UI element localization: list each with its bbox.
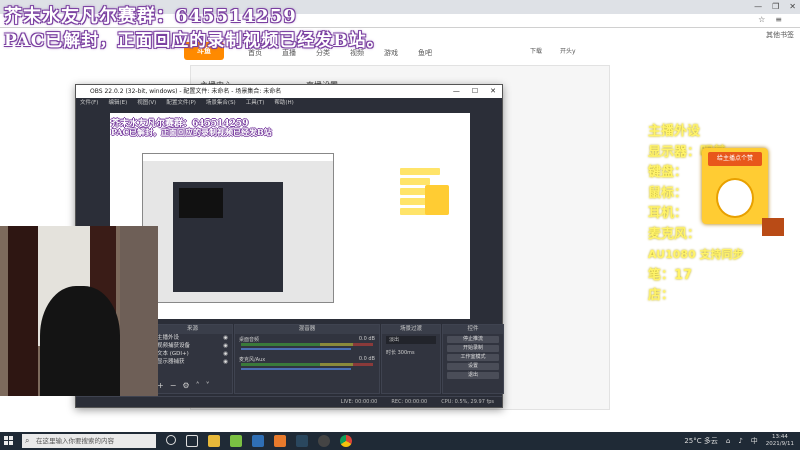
network-icon[interactable]: ⌂ xyxy=(726,437,730,445)
obs-statusbar: LIVE: 00:00:00 REC: 00:00:00 CPU: 0.5%, … xyxy=(76,396,502,407)
duration-label: 时长 xyxy=(386,350,397,356)
nav-game[interactable]: 游戏 xyxy=(384,48,398,58)
transitions-header: 场景过渡 xyxy=(382,325,440,334)
recursive-obs-preview xyxy=(142,153,334,303)
exit-button[interactable]: 退出 xyxy=(447,372,499,379)
obs-icon[interactable] xyxy=(318,435,330,447)
volume-slider[interactable] xyxy=(241,348,351,350)
menu-profile[interactable]: 配置文件(P) xyxy=(166,98,196,108)
sources-header: 来源 xyxy=(153,325,232,334)
minimize-button[interactable]: — xyxy=(754,2,762,11)
cpu-fps: CPU: 0.5%, 29.97 fps xyxy=(441,399,494,405)
system-tray: 25°C 多云 ⌂ ♪ 中 13:44 2021/9/11 xyxy=(684,434,794,448)
stop-streaming-button[interactable]: 停止推流 xyxy=(447,336,499,343)
info-line: 主播外设 xyxy=(648,124,701,139)
steam-icon[interactable] xyxy=(296,435,308,447)
source-item[interactable]: 主播外设 ◉ xyxy=(153,334,232,342)
add-source-button[interactable]: + xyxy=(157,381,164,390)
webcam-feed xyxy=(0,226,158,396)
menu-edit[interactable]: 编辑(E) xyxy=(108,98,127,108)
overlay-group-text: 芥末水友凡尔赛群：645514259 xyxy=(4,6,297,27)
source-item[interactable]: 文本 (GDI+) ◉ xyxy=(153,350,232,358)
menu-tools[interactable]: 工具(T) xyxy=(246,98,265,108)
app-icon-green[interactable] xyxy=(230,435,242,447)
settings-button[interactable]: 设置 xyxy=(447,363,499,370)
live-time: LIVE: 00:00:00 xyxy=(340,399,378,405)
start-recording-button[interactable]: 开始录制 xyxy=(447,345,499,352)
cortana-icon[interactable] xyxy=(166,435,176,445)
preview-badge xyxy=(425,185,449,215)
menu-scene-collection[interactable]: 场景集合(S) xyxy=(206,98,236,108)
user-link[interactable]: 开头y xyxy=(560,46,576,55)
windows-start-icon[interactable] xyxy=(4,436,14,446)
chrome-icon[interactable] xyxy=(340,435,352,447)
taskbar-apps xyxy=(166,435,352,447)
transitions-dock: 场景过渡 淡出 时长 300ms xyxy=(381,324,441,394)
info-line: 店： xyxy=(648,288,675,303)
duration-input[interactable]: 300ms xyxy=(398,350,415,356)
app-icon-blue[interactable] xyxy=(252,435,264,447)
mixer-dock: 混音器 桌面音频 0.0 dB 麦克风/Aux 0.0 dB xyxy=(234,324,380,394)
source-item[interactable]: 显示器捕获 ◉ xyxy=(153,358,232,366)
menu-view[interactable]: 视图(V) xyxy=(137,98,156,108)
rec-time: REC: 00:00:00 xyxy=(391,399,428,405)
app-icon-orange[interactable] xyxy=(274,435,286,447)
transition-select[interactable]: 淡出 xyxy=(386,336,436,344)
badge-mascot xyxy=(716,178,754,218)
info-line: 笔：17 xyxy=(648,267,693,283)
download-link[interactable]: 下载 xyxy=(530,46,542,55)
source-down-button[interactable]: ˅ xyxy=(206,381,210,390)
info-tag xyxy=(762,218,784,236)
overlay-notice-text: PAC已解封，正面回应的录制视频已经发B站。 xyxy=(4,31,385,51)
other-bookmarks[interactable]: 其他书签 xyxy=(766,30,794,40)
obs-titlebar: OBS 22.0.2 (32-bit, windows) - 配置文件: 未命名… xyxy=(76,85,502,98)
studio-mode-button[interactable]: 工作室模式 xyxy=(447,354,499,361)
obs-minimize-button[interactable]: — xyxy=(453,85,460,98)
obs-maximize-button[interactable]: ☐ xyxy=(472,85,478,98)
star-icon[interactable]: ☆ xyxy=(758,15,765,24)
taskbar-search[interactable]: 在这里输入你要搜索的内容 xyxy=(22,434,156,448)
task-view-icon[interactable] xyxy=(186,435,198,447)
source-settings-icon[interactable]: ⚙ xyxy=(182,381,189,390)
folder-icon[interactable] xyxy=(208,435,220,447)
menu-file[interactable]: 文件(F) xyxy=(80,98,98,108)
weather-text[interactable]: 25°C 多云 xyxy=(684,436,718,446)
sources-dock: 来源 主播外设 ◉ 视频捕获设备 ◉ 文本 (GDI+) ◉ 显示器捕获 ◉ + − ⚙ ˄ ˅ xyxy=(152,324,233,394)
menu-icon[interactable]: ≡ xyxy=(775,15,782,24)
preview-overlay-line2: PAC已解封，正面回应的录制视频已经发B站 xyxy=(111,127,272,137)
volume-slider[interactable] xyxy=(241,368,351,370)
close-button[interactable]: ✕ xyxy=(789,2,796,11)
obs-preview[interactable]: 芥末水友凡尔赛群：645514259 PAC已解封，正面回应的录制视频已经发B站 xyxy=(110,113,470,319)
source-item[interactable]: 视频捕获设备 ◉ xyxy=(153,342,232,350)
mixer-header: 混音器 xyxy=(235,325,379,334)
maximize-button[interactable]: ❐ xyxy=(772,2,779,11)
info-tag-outline xyxy=(762,238,784,256)
badge-caption: 给主播点个赞 xyxy=(708,152,762,166)
ime-indicator[interactable]: 中 xyxy=(751,436,758,446)
clock[interactable]: 13:44 2021/9/11 xyxy=(766,434,794,448)
nav-fishbar[interactable]: 鱼吧 xyxy=(418,48,432,58)
obs-title-text: OBS 22.0.2 (32-bit, windows) - 配置文件: 未命名… xyxy=(90,88,282,95)
controls-header: 控件 xyxy=(443,325,503,334)
source-up-button[interactable]: ˄ xyxy=(196,381,200,390)
menu-help[interactable]: 帮助(H) xyxy=(274,98,293,108)
promo-badge[interactable]: 给主播点个赞 xyxy=(702,148,768,224)
taskbar: 在这里输入你要搜索的内容 25°C 多云 ⌂ ♪ 中 13:44 2021/9/… xyxy=(0,432,800,450)
obs-close-button[interactable]: ✕ xyxy=(490,85,496,98)
obs-menubar: 文件(F) 编辑(E) 视图(V) 配置文件(P) 场景集合(S) 工具(T) … xyxy=(76,98,502,108)
mixer-channel: 麦克风/Aux 0.0 dB xyxy=(235,354,379,374)
controls-dock: 控件 停止推流 开始录制 工作室模式 设置 退出 xyxy=(442,324,504,394)
browser-window-controls: — ❐ ✕ xyxy=(754,2,796,11)
nav-right: 下载 开头y xyxy=(530,46,576,55)
mixer-channel: 桌面音频 0.0 dB xyxy=(235,334,379,354)
volume-icon[interactable]: ♪ xyxy=(738,437,742,445)
remove-source-button[interactable]: − xyxy=(170,381,177,390)
